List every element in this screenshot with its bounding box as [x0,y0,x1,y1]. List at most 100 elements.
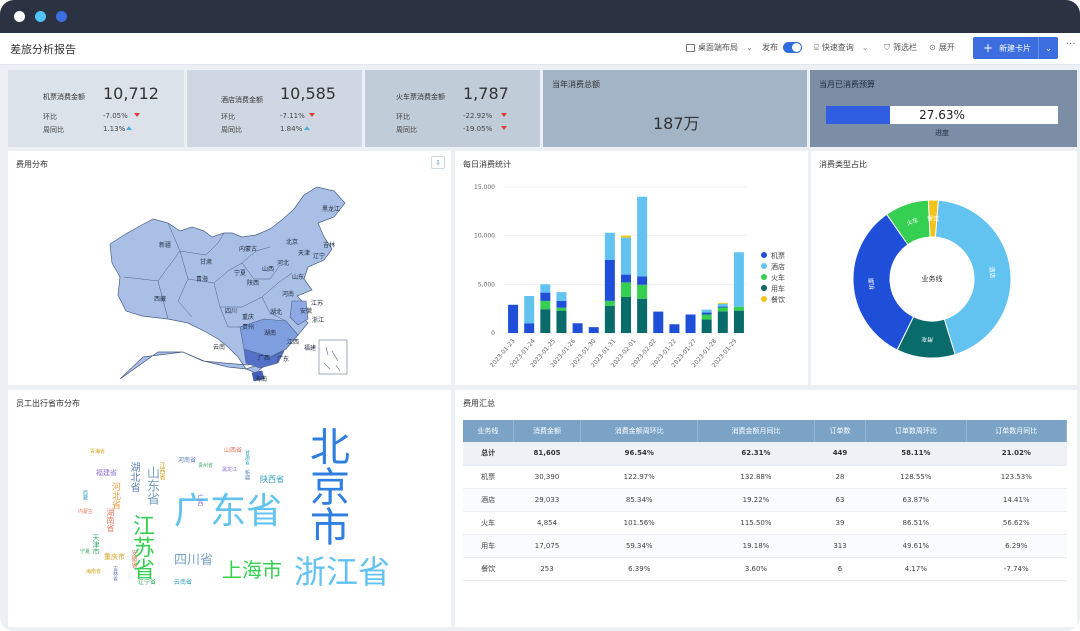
bar-segment-酒店[interactable] [717,303,728,307]
word-cloud-term[interactable]: 河北省 [110,482,120,509]
table-column-header[interactable]: 订单数月同比 [966,420,1068,442]
word-cloud-term[interactable]: 福建省 [96,470,117,477]
bar-segment-火车[interactable] [556,307,567,311]
bar-segment-机票[interactable] [604,260,615,301]
layout-selector[interactable]: 桌面端布局 ⌄ [686,42,753,53]
bar-segment-用车[interactable] [540,309,551,333]
window-dot-light-blue[interactable] [35,11,46,22]
word-cloud-term[interactable]: 青海省 [90,450,105,455]
legend-marker[interactable] [761,285,767,291]
legend-marker[interactable] [761,274,767,280]
word-cloud-term[interactable]: 内蒙古 [78,510,93,515]
bar-segment-酒店[interactable] [621,237,631,275]
word-cloud-term[interactable]: 北京市 [303,426,349,546]
bar-segment-机票[interactable] [637,276,648,285]
filter-bar-button[interactable]: ⛉ 筛选栏 [884,42,917,53]
word-cloud-term[interactable]: 海南省 [86,570,101,575]
bar-segment-机票[interactable] [621,274,631,283]
word-cloud-term[interactable]: 江西省 [158,462,165,480]
word-cloud-term[interactable]: 西藏 [82,490,88,500]
word-cloud-term[interactable]: 广东省 [174,494,282,530]
publish-toggle[interactable] [783,42,802,53]
word-cloud-term[interactable]: 湖南省 [106,508,115,532]
word-cloud-term[interactable]: 山东省 [144,466,159,505]
quick-query-button[interactable]: ⌸ 快速查询 ⌄ [814,42,869,53]
word-cloud-term[interactable]: 山西省 [224,448,242,454]
word-cloud-term[interactable]: 甘肃省 [244,450,250,465]
table-column-header[interactable]: 订单数周环比 [865,420,967,442]
word-cloud-term[interactable]: 黑龙江 [222,468,237,473]
word-cloud-term[interactable]: 宁夏 [80,550,90,555]
bar-segment-酒店[interactable] [556,292,567,301]
word-cloud-term[interactable]: 陕西省 [260,476,284,484]
bar-segment-火车[interactable] [733,306,744,311]
table-column-header[interactable]: 消费金额 [513,420,582,442]
table-column-header[interactable]: 消费金额月同比 [697,420,815,442]
bar-segment-机票[interactable] [701,312,712,315]
bar-segment-机票[interactable] [717,306,728,308]
bar-segment-用车[interactable] [621,296,631,333]
word-cloud-term[interactable]: 浙江省 [294,556,390,588]
word-cloud-term[interactable]: 重庆市 [104,554,125,561]
bar-segment-用车[interactable] [556,310,567,333]
bar-segment-餐饮[interactable] [717,302,728,304]
window-dot-white[interactable] [14,11,25,22]
bar-segment-用车[interactable] [637,298,648,333]
bar-segment-用车[interactable] [717,311,728,333]
bar-segment-酒店[interactable] [637,196,648,277]
legend-marker[interactable] [761,296,767,302]
word-cloud-term[interactable]: 新疆 [244,470,250,480]
bar-segment-机票[interactable] [685,314,696,333]
bar-segment-机票[interactable] [508,304,519,333]
word-cloud-term[interactable]: 湖北省 [128,462,139,492]
word-cloud-term[interactable]: 江苏省 [129,514,154,580]
word-cloud-term[interactable]: 河南省 [178,458,196,464]
bar-segment-机票[interactable] [653,311,664,333]
bar-segment-机票[interactable] [556,300,567,308]
bar-segment-酒店[interactable] [540,284,551,293]
table-column-header[interactable]: 订单数 [814,420,867,442]
word-cloud-term[interactable]: 云南省 [174,580,192,586]
bar-segment-用车[interactable] [604,305,615,333]
bar-segment-酒店[interactable] [604,232,615,260]
bar-segment-火车[interactable] [717,307,728,312]
word-cloud-term[interactable]: 天津市 [92,534,100,555]
legend-label[interactable]: 机票 [771,251,785,260]
bar-segment-火车[interactable] [637,284,648,299]
legend-marker[interactable] [761,263,767,269]
word-cloud-term[interactable]: 上海市 [222,560,282,580]
bar-segment-用车[interactable] [701,319,712,333]
bar-segment-餐饮[interactable] [621,235,631,238]
window-dot-blue[interactable] [56,11,67,22]
bar-segment-火车[interactable] [621,282,631,297]
bar-segment-机票[interactable] [572,323,583,333]
bar-segment-酒店[interactable] [701,309,712,313]
bar-segment-火车[interactable] [540,300,551,310]
legend-label[interactable]: 用车 [771,284,785,293]
bar-segment-火车[interactable] [604,300,615,306]
word-cloud-term[interactable]: 辽宁省 [138,580,156,586]
table-column-header[interactable]: 业务线 [463,420,514,442]
legend-label[interactable]: 火车 [771,273,785,282]
legend-label[interactable]: 酒店 [771,262,785,271]
new-card-button[interactable]: + 新建卡片 ⌄ [973,37,1058,59]
word-cloud-term[interactable]: 广西 [196,494,203,506]
bar-segment-用车[interactable] [733,310,744,333]
bar-segment-酒店[interactable] [733,252,744,307]
bar-segment-机票[interactable] [669,324,680,333]
word-cloud-term[interactable]: 贵州省 [198,464,213,469]
bar-segment-机票[interactable] [524,323,535,333]
bar-segment-机票[interactable] [588,327,599,333]
more-menu-icon[interactable]: ··· [1066,39,1076,50]
bar-segment-火车[interactable] [701,314,712,320]
bar-segment-酒店[interactable] [524,296,535,324]
word-cloud-term[interactable]: 吉林省 [112,566,118,581]
expand-button[interactable]: ⊙ 展开 [929,42,955,53]
new-card-dropdown[interactable]: ⌄ [1038,37,1058,59]
legend-label[interactable]: 餐饮 [771,295,785,304]
word-cloud-term[interactable]: 四川省 [174,554,213,567]
bar-segment-机票[interactable] [540,292,551,301]
word-cloud-term[interactable]: 安徽省 [130,550,137,568]
table-column-header[interactable]: 消费金额周环比 [580,420,699,442]
legend-marker[interactable] [761,252,767,258]
